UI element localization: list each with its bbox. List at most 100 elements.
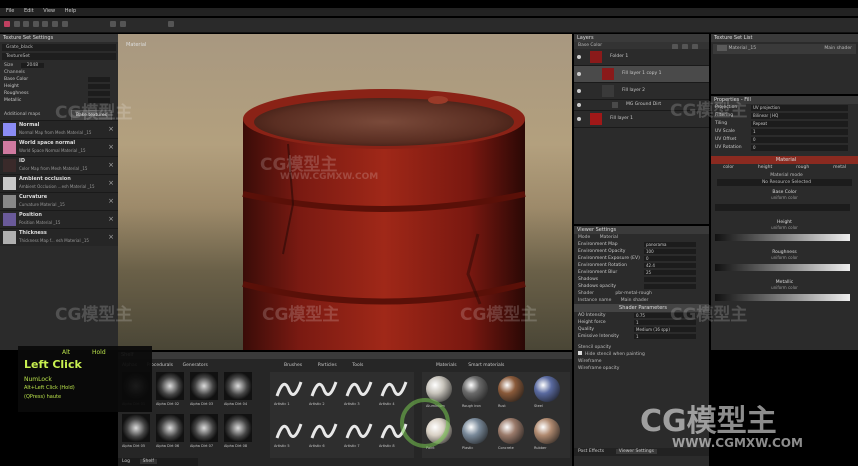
property-row[interactable]: UV Scale 1 [711,128,858,136]
tab-viewer-settings[interactable]: Viewer Settings [615,449,657,454]
hide-stencil-checkbox[interactable]: Hide stencil when painting [574,351,709,358]
viewer-setting-row[interactable]: Shadows [574,276,709,283]
material-sphere[interactable] [498,376,524,402]
texture-set-shader[interactable]: Main shader [824,44,852,54]
alpha-thumbnail[interactable] [156,372,184,400]
mode-row[interactable]: Mode Material [574,234,709,241]
close-icon[interactable]: × [108,233,114,241]
mode-value[interactable]: Material [600,235,618,240]
property-row[interactable]: UV Rotation 0 [711,144,858,152]
material-channel-toggle[interactable]: color [723,164,734,172]
material-channel-toggle[interactable]: rough [796,164,809,172]
size-row[interactable]: Size 2048 [0,62,118,69]
menu-help[interactable]: Help [65,8,76,14]
texture-set-field[interactable]: Grate_black [2,44,116,51]
close-icon[interactable]: × [108,197,114,205]
picker-icon[interactable] [51,21,58,27]
channel-row[interactable]: Base Color [0,76,118,83]
property-value[interactable]: UV projection [751,105,848,111]
channel-row[interactable]: Height [0,83,118,90]
property-value[interactable]: 1 [751,129,848,135]
texture-list-field[interactable]: TextureSet [2,53,116,60]
material-sphere[interactable] [534,376,560,402]
material-sphere[interactable] [462,376,488,402]
tab-brushes[interactable]: Brushes [284,363,302,368]
clone-icon[interactable] [42,21,49,27]
smudge-icon[interactable] [32,21,39,27]
menu-view[interactable]: View [43,8,55,14]
close-icon[interactable]: × [108,143,114,151]
property-value[interactable]: 0 [751,145,848,151]
property-row[interactable]: Tiling Repeat [711,120,858,128]
viewer-setting-value[interactable] [644,277,696,282]
eye-icon[interactable] [577,103,581,107]
blend-mode-select[interactable]: Base Color [578,43,602,48]
additional-map-item[interactable]: Thickness Thickness Map f... esh Material… [0,228,118,246]
alpha-thumbnail[interactable] [224,414,252,442]
screenshot-icon[interactable] [168,21,175,27]
eye-icon[interactable] [577,72,581,76]
tab-post-effects[interactable]: Post Effects [578,449,604,454]
material-channel-toggle[interactable]: height [758,164,772,172]
brush-stroke-icon[interactable] [309,418,339,444]
eye-icon[interactable] [577,117,581,121]
material-section[interactable]: Roughness uniform color [711,250,858,276]
wireframe-row[interactable]: Wireframe [574,358,709,365]
shader-param-value[interactable]: 1 [634,334,696,339]
material-channel-toggle[interactable]: metal [833,164,846,172]
additional-map-item[interactable]: ID Color Map from Mesh Material _15 × [0,156,118,174]
layer-item[interactable]: Folder 1 [574,49,709,66]
close-icon[interactable]: × [108,179,114,187]
texture-set-item[interactable]: Material _15 Main shader [713,44,856,54]
material-section[interactable]: Height uniform color [711,220,858,246]
close-icon[interactable]: × [108,161,114,169]
eye-icon[interactable] [577,89,581,93]
material-sphere[interactable] [534,418,560,444]
viewer-setting-value[interactable] [644,284,696,289]
viewer-setting-row[interactable]: Environment Rotation 42.4 [574,262,709,269]
shader-value[interactable]: pbr-metal-rough [615,291,652,296]
material-sphere[interactable] [462,418,488,444]
brush-stroke-icon[interactable] [274,418,304,444]
viewer-setting-row[interactable]: Environment Map panorama [574,241,709,248]
additional-map-item[interactable]: Position Position Material _15 × [0,210,118,228]
shader-param-row[interactable]: Emissive Intensity 1 [574,333,709,340]
tab-materials[interactable]: Materials [436,363,457,368]
property-value[interactable]: Repeat [751,121,848,127]
material-section[interactable]: Base Color uniform color [711,190,858,216]
viewer-setting-value[interactable]: 0 [644,256,696,261]
tab-log[interactable]: Log [122,459,130,464]
close-icon[interactable]: × [108,125,114,133]
material-slider[interactable] [715,234,850,241]
symmetry-icon[interactable] [110,21,117,27]
viewer-setting-value[interactable]: panorama [644,242,696,247]
tab-particles[interactable]: Particles [318,363,337,368]
alpha-thumbnail[interactable] [190,372,218,400]
layer-item[interactable]: Fill layer 1 copy 1 [574,66,709,83]
size-value[interactable]: 2048 [20,63,45,68]
channel-format-select[interactable] [88,77,110,82]
menu-file[interactable]: File [6,8,14,14]
viewer-setting-row[interactable]: Environment Opacity 100 [574,248,709,255]
property-value[interactable]: Bilinear | HQ [751,113,848,119]
viewer-setting-row[interactable]: Environment Blur 25 [574,269,709,276]
camera-icon[interactable] [119,21,126,27]
additional-map-item[interactable]: World space normal World Space Normal Mat… [0,138,118,156]
brush-stroke-icon[interactable] [274,376,304,402]
close-icon[interactable]: × [108,215,114,223]
alpha-thumbnail[interactable] [156,414,184,442]
instance-value[interactable]: Main shader [621,298,649,303]
viewer-setting-value[interactable]: 100 [644,249,696,254]
paint-brush-icon[interactable] [4,21,10,27]
channel-row[interactable]: Roughness [0,90,118,97]
viewer-setting-row[interactable]: Environment Exposure (EV) 0 [574,255,709,262]
material-header[interactable]: Material [711,156,858,164]
alpha-thumbnail[interactable] [122,414,150,442]
tab-generators[interactable]: Generators [183,363,208,368]
alpha-thumbnail[interactable] [224,372,252,400]
eye-icon[interactable] [577,55,581,59]
brush-stroke-icon[interactable] [344,418,374,444]
viewer-setting-value[interactable]: 42.4 [644,263,696,268]
material-sphere[interactable] [498,418,524,444]
additional-map-item[interactable]: Curvature Curvature Material _15 × [0,192,118,210]
